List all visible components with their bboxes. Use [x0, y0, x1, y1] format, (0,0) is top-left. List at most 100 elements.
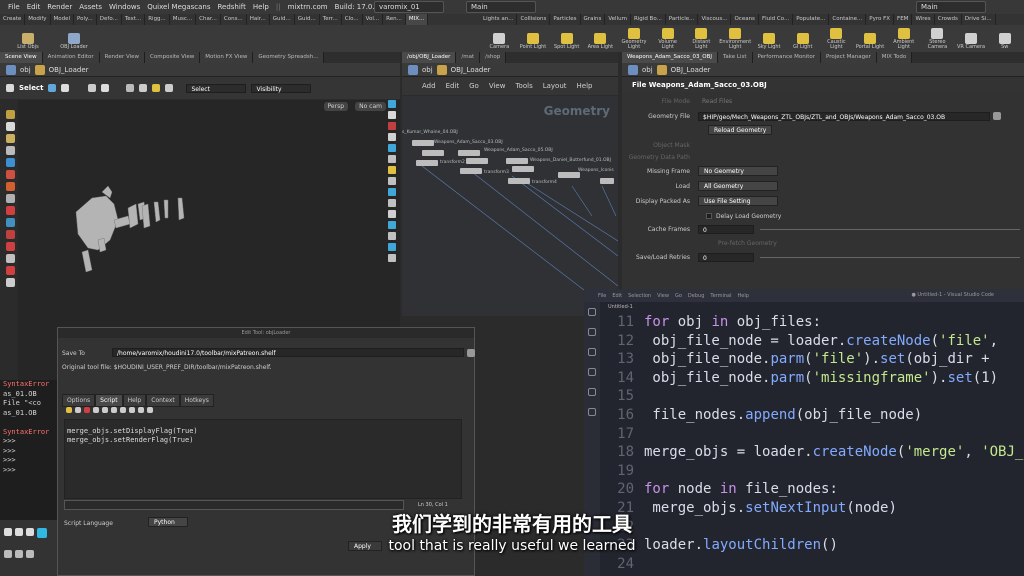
- retries-field[interactable]: 0: [698, 252, 754, 262]
- shelf-tool[interactable]: Environment Light: [719, 28, 751, 50]
- vscode-menu-item[interactable]: Selection: [628, 293, 651, 299]
- open-icon[interactable]: [66, 407, 72, 413]
- menu-help[interactable]: Help: [253, 3, 269, 11]
- editor-tab[interactable]: Untitled-1: [600, 302, 680, 312]
- toggle-icon[interactable]: [88, 84, 97, 92]
- shelf-tab[interactable]: Pyro FX: [866, 14, 895, 25]
- pivot-icon[interactable]: [165, 84, 174, 92]
- save-to-field[interactable]: /home/varomix/houdini17.0/toolbar/mixPat…: [112, 348, 464, 357]
- network-menu-item[interactable]: Go: [469, 82, 479, 90]
- shelf-tab[interactable]: Viscous...: [698, 14, 732, 25]
- source-control-icon[interactable]: [588, 348, 596, 356]
- reload-geometry-button[interactable]: Reload Geometry: [708, 125, 773, 135]
- shelf-tab[interactable]: Cons...: [221, 14, 247, 25]
- file-mode-value[interactable]: Read Files: [698, 98, 732, 105]
- shelf-tab[interactable]: Lights an...: [480, 14, 518, 25]
- tool-icon-10[interactable]: [6, 254, 15, 263]
- shelf-tab[interactable]: Crowds: [935, 14, 962, 25]
- dialog-tab[interactable]: Hotkeys: [179, 394, 214, 407]
- menu-edit[interactable]: Edit: [27, 3, 41, 11]
- delay-load-checkbox[interactable]: [706, 213, 712, 219]
- tool-icon-9[interactable]: [6, 242, 15, 251]
- vscode-menu-item[interactable]: Debug: [688, 293, 704, 299]
- python-shell[interactable]: SyntaxError as_01.OB File "<co as_01.OB Synt…: [0, 380, 58, 520]
- shelf-tool[interactable]: Point Light: [518, 33, 549, 50]
- shelf-tool[interactable]: Spot Light: [551, 33, 582, 50]
- shelf-tab[interactable]: Vellum: [605, 14, 631, 25]
- shelf-tool[interactable]: Caustic Light: [821, 28, 852, 50]
- shelf-tab[interactable]: Hair...: [247, 14, 270, 25]
- display-icon-14[interactable]: [388, 243, 396, 251]
- back-icon[interactable]: [408, 64, 418, 75]
- vscode-menu-item[interactable]: Help: [738, 293, 749, 299]
- transform-node[interactable]: [416, 160, 438, 166]
- undo-icon[interactable]: [75, 407, 81, 413]
- shelf-tab[interactable]: Char...: [196, 14, 221, 25]
- shelf-tab[interactable]: Guid...: [270, 14, 295, 25]
- menu-redshift[interactable]: Redshift: [217, 3, 245, 11]
- menu-file[interactable]: File: [8, 3, 20, 11]
- select-mode-icon[interactable]: [48, 84, 57, 92]
- file-node[interactable]: [600, 178, 614, 184]
- shelf-tab[interactable]: Clo...: [342, 14, 363, 25]
- shelf-tab[interactable]: Modify: [25, 14, 51, 25]
- display-icon-6[interactable]: [388, 155, 396, 163]
- file-node[interactable]: [506, 158, 528, 164]
- shelf-tab[interactable]: Text...: [122, 14, 146, 25]
- desktop-selector[interactable]: varomix_01: [374, 1, 444, 13]
- path-obj[interactable]: obj: [642, 66, 653, 74]
- display-icon-15[interactable]: [388, 254, 396, 262]
- menu-assets[interactable]: Assets: [79, 3, 102, 11]
- pose-icon[interactable]: [6, 134, 15, 143]
- shelf-tool[interactable]: GI Light: [787, 33, 818, 50]
- display-icon-7[interactable]: [388, 166, 396, 174]
- menu-quixel[interactable]: Quixel Megascans: [147, 3, 210, 11]
- dialog-tab[interactable]: Help: [122, 394, 147, 407]
- comment-icon[interactable]: [147, 407, 153, 413]
- pane-tab[interactable]: Take List: [717, 52, 753, 63]
- file-node[interactable]: [422, 150, 444, 156]
- retries-slider[interactable]: [760, 256, 1020, 258]
- pane-tab[interactable]: Geometry Spreadsh...: [253, 52, 325, 63]
- paste-icon[interactable]: [102, 407, 108, 413]
- display-packed-dropdown[interactable]: Use File Setting: [698, 196, 778, 206]
- tool-icon-12[interactable]: [6, 278, 15, 287]
- network-menu-item[interactable]: Add: [422, 82, 436, 90]
- tool-icon-5[interactable]: [6, 194, 15, 203]
- path-obj[interactable]: obj: [422, 66, 433, 74]
- search-icon[interactable]: [588, 328, 596, 336]
- tool-icon-7[interactable]: [6, 218, 15, 227]
- network-menu-item[interactable]: View: [489, 82, 506, 90]
- shelf-tab[interactable]: Particles: [550, 14, 581, 25]
- explorer-icon[interactable]: [588, 308, 596, 316]
- transform-node[interactable]: [508, 178, 530, 184]
- network-editor[interactable]: Geometry s_Kumar_Whaine_04.OBJ Weapons_A…: [402, 96, 618, 316]
- vscode-menu-item[interactable]: View: [657, 293, 669, 299]
- pane-tab[interactable]: Composite View: [145, 52, 201, 63]
- pane-tab[interactable]: Motion FX View: [200, 52, 254, 63]
- outdent-icon[interactable]: [138, 407, 144, 413]
- pane-tab[interactable]: /obj/OBJ_Loader: [402, 52, 457, 63]
- display-icon-12[interactable]: [388, 221, 396, 229]
- shelf-tab[interactable]: Model: [51, 14, 75, 25]
- path-objloader[interactable]: OBJ_Loader: [671, 66, 711, 74]
- network-menu-item[interactable]: Layout: [543, 82, 567, 90]
- shelf-tool[interactable]: Distant Light: [686, 28, 717, 50]
- network-menu-item[interactable]: Tools: [515, 82, 532, 90]
- pane-tab[interactable]: Render View: [99, 52, 146, 63]
- shelf-tab[interactable]: Populate...: [793, 14, 830, 25]
- pane-tab[interactable]: Performance Monitor: [752, 52, 822, 63]
- shelf-tool[interactable]: Sw: [989, 33, 1020, 50]
- tool-icon-6[interactable]: [6, 206, 15, 215]
- menu-render[interactable]: Render: [47, 3, 72, 11]
- tool-icon-3[interactable]: [6, 170, 15, 179]
- file-node[interactable]: [458, 150, 480, 156]
- load-dropdown[interactable]: All Geometry: [698, 181, 778, 191]
- view-icon[interactable]: [6, 122, 15, 131]
- transform-node[interactable]: [460, 168, 482, 174]
- transform-icon[interactable]: [139, 84, 148, 92]
- shelf-tab[interactable]: Drive Si...: [962, 14, 996, 25]
- display-icon-8[interactable]: [388, 177, 396, 185]
- network-menu-item[interactable]: Help: [577, 82, 593, 90]
- display-icon-5[interactable]: [388, 144, 396, 152]
